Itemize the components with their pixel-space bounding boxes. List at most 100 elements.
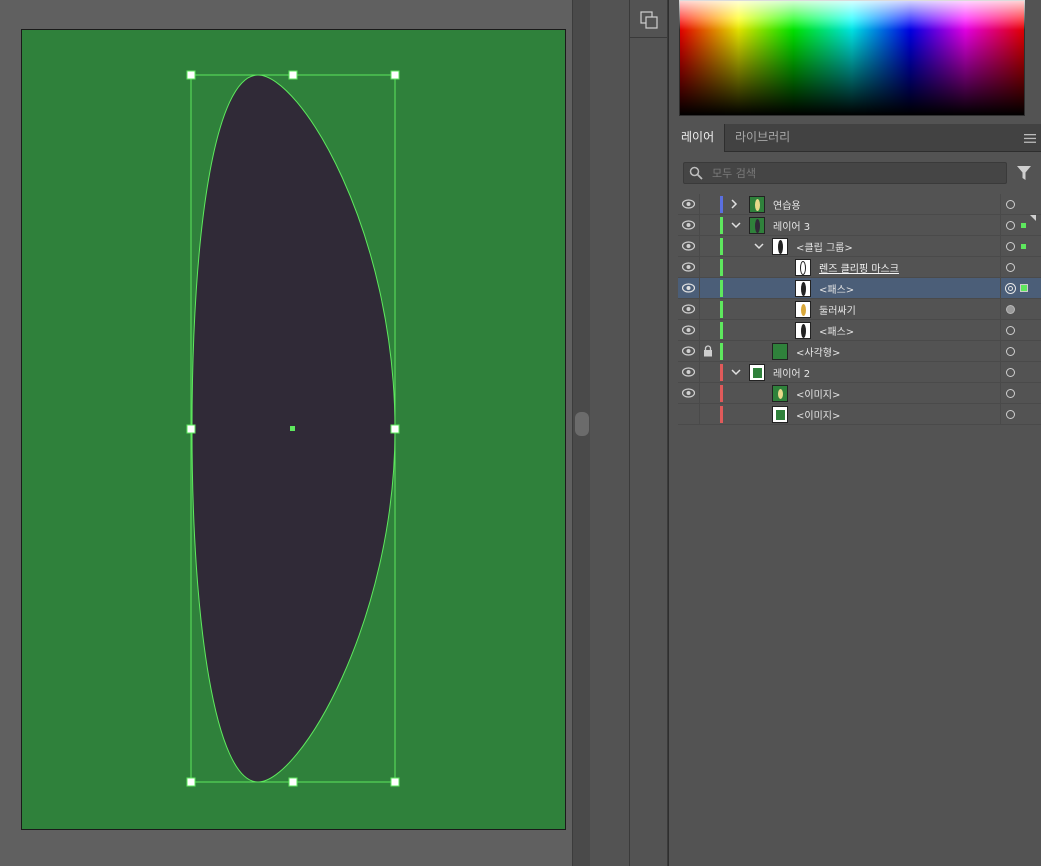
divider xyxy=(1000,194,1001,215)
eye-icon[interactable] xyxy=(682,241,695,251)
handle-top-left[interactable] xyxy=(186,70,196,80)
handle-top-center[interactable] xyxy=(288,70,298,80)
layer-color-bar xyxy=(720,217,723,234)
layer-color-bar xyxy=(720,196,723,213)
layer-thumbnail xyxy=(772,238,788,255)
eye-icon[interactable] xyxy=(682,283,695,293)
eye-icon[interactable] xyxy=(682,367,695,377)
layer-thumbnail xyxy=(795,322,811,339)
handle-bottom-center[interactable] xyxy=(288,777,298,787)
layer-row[interactable]: <이미지> xyxy=(678,383,1041,404)
eye-icon[interactable] xyxy=(682,304,695,314)
layer-row[interactable]: <이미지> xyxy=(678,404,1041,425)
layer-thumbnail xyxy=(795,259,811,276)
layer-label: <클립 그룹> xyxy=(796,243,853,254)
layer-color-bar xyxy=(720,385,723,402)
pathfinder-icon xyxy=(640,11,658,29)
layer-thumbnail xyxy=(795,301,811,318)
divider xyxy=(1000,383,1001,404)
divider xyxy=(699,299,700,320)
divider xyxy=(1000,299,1001,320)
handle-top-right[interactable] xyxy=(390,70,400,80)
divider xyxy=(1000,404,1001,425)
layers-list: 연습용 레이어 3 <클립 그룹> 렌즈 클리핑 마스크 <패스> 둘러싸기 <… xyxy=(678,194,1041,425)
panel-menu-icon[interactable] xyxy=(1024,134,1036,143)
layer-label: <이미지> xyxy=(796,411,841,422)
divider xyxy=(1000,278,1001,299)
layer-row-selected[interactable]: <패스> xyxy=(678,278,1041,299)
layer-label: <패스> xyxy=(819,285,855,296)
target-circle-active[interactable] xyxy=(1005,283,1016,294)
target-circle[interactable] xyxy=(1006,410,1015,419)
divider xyxy=(1000,341,1001,362)
color-spectrum-highlight xyxy=(679,0,1025,30)
target-circle[interactable] xyxy=(1006,305,1015,314)
selection-indicator[interactable] xyxy=(1021,223,1026,228)
center-point xyxy=(290,426,295,431)
handle-bottom-right[interactable] xyxy=(390,777,400,787)
search-input[interactable] xyxy=(712,164,1002,182)
layer-row[interactable]: 렌즈 클리핑 마스크 xyxy=(678,257,1041,278)
layer-color-bar xyxy=(720,280,723,297)
target-circle[interactable] xyxy=(1006,389,1015,398)
layer-row[interactable]: 레이어 2 xyxy=(678,362,1041,383)
handle-bottom-left[interactable] xyxy=(186,777,196,787)
eye-icon[interactable] xyxy=(682,325,695,335)
vertical-scrollbar[interactable] xyxy=(572,0,590,866)
handle-middle-right[interactable] xyxy=(390,424,400,434)
layer-thumbnail xyxy=(772,343,788,360)
scrollbar-thumb[interactable] xyxy=(575,412,589,436)
right-panel: 레이어 라이브러리 모두 검색 연습용 레이어 3 <클립 그룹> 렌즈 클리핑… xyxy=(668,0,1041,866)
lock-icon[interactable] xyxy=(703,345,713,357)
target-circle[interactable] xyxy=(1006,368,1015,377)
handle-middle-left[interactable] xyxy=(186,424,196,434)
search-box[interactable] xyxy=(683,162,1007,184)
divider xyxy=(1000,320,1001,341)
layer-row[interactable]: 연습용 xyxy=(678,194,1041,215)
chevron-down-icon[interactable] xyxy=(754,241,764,251)
pathfinder-button[interactable] xyxy=(630,0,668,38)
layer-row[interactable]: <패스> xyxy=(678,320,1041,341)
illustrator-window: 레이어 라이브러리 모두 검색 연습용 레이어 3 <클립 그룹> 렌즈 클리핑… xyxy=(0,0,1041,866)
canvas-area[interactable] xyxy=(0,0,572,866)
divider xyxy=(1000,236,1001,257)
layer-row[interactable]: 레이어 3 xyxy=(678,215,1041,236)
chevron-down-icon[interactable] xyxy=(731,220,741,230)
chevron-right-icon[interactable] xyxy=(729,199,739,209)
layer-label: <사각형> xyxy=(796,348,841,359)
selection-indicator[interactable] xyxy=(1020,284,1028,292)
selection-indicator[interactable] xyxy=(1021,244,1026,249)
layer-thumbnail xyxy=(749,217,765,234)
target-circle[interactable] xyxy=(1006,347,1015,356)
collapsed-panel-strip xyxy=(630,0,668,866)
divider xyxy=(699,341,700,362)
divider xyxy=(699,257,700,278)
layer-label: 렌즈 클리핑 마스크 xyxy=(819,264,899,275)
eye-icon[interactable] xyxy=(682,220,695,230)
target-circle[interactable] xyxy=(1006,221,1015,230)
eye-icon[interactable] xyxy=(682,388,695,398)
current-layer-indicator xyxy=(1030,215,1036,221)
target-circle[interactable] xyxy=(1006,242,1015,251)
filter-icon[interactable] xyxy=(1017,166,1031,180)
layer-row[interactable]: <클립 그룹> xyxy=(678,236,1041,257)
tab-layers[interactable]: 레이어 xyxy=(671,124,726,152)
tab-libraries[interactable]: 라이브러리 xyxy=(725,124,800,152)
layer-row[interactable]: 둘러싸기 xyxy=(678,299,1041,320)
layer-label: 연습용 xyxy=(773,201,801,212)
target-circle[interactable] xyxy=(1006,263,1015,272)
eye-icon[interactable] xyxy=(682,346,695,356)
layer-color-bar xyxy=(720,301,723,318)
target-circle[interactable] xyxy=(1006,200,1015,209)
layer-color-bar xyxy=(720,406,723,423)
target-circle[interactable] xyxy=(1006,326,1015,335)
eye-icon[interactable] xyxy=(682,199,695,209)
search-icon xyxy=(689,166,703,180)
divider xyxy=(1000,215,1001,236)
layer-label: 레이어 2 xyxy=(773,369,811,380)
divider xyxy=(699,278,700,299)
layer-row[interactable]: <사각형> xyxy=(678,341,1041,362)
chevron-down-icon[interactable] xyxy=(731,367,741,377)
eye-icon[interactable] xyxy=(682,262,695,272)
layer-label: 레이어 3 xyxy=(773,222,811,233)
